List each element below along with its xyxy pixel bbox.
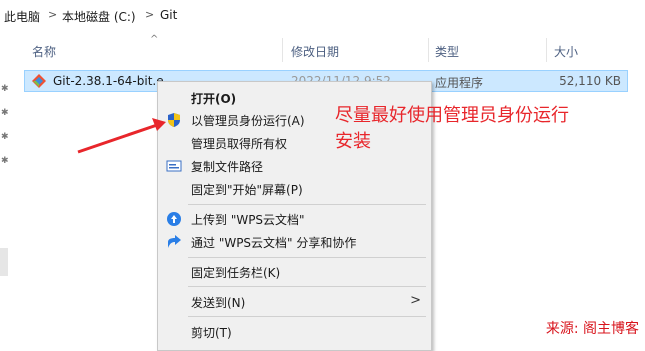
annotation-arrow-icon <box>77 118 166 154</box>
annotation-line-2: 安装 <box>335 131 371 152</box>
annotation-text: 尽量最好使用管理员身份运行 安装 <box>335 103 635 155</box>
annotation-line-1: 尽量最好使用管理员身份运行 <box>335 105 569 126</box>
source-watermark: 来源: 阁主博客 <box>545 321 639 337</box>
